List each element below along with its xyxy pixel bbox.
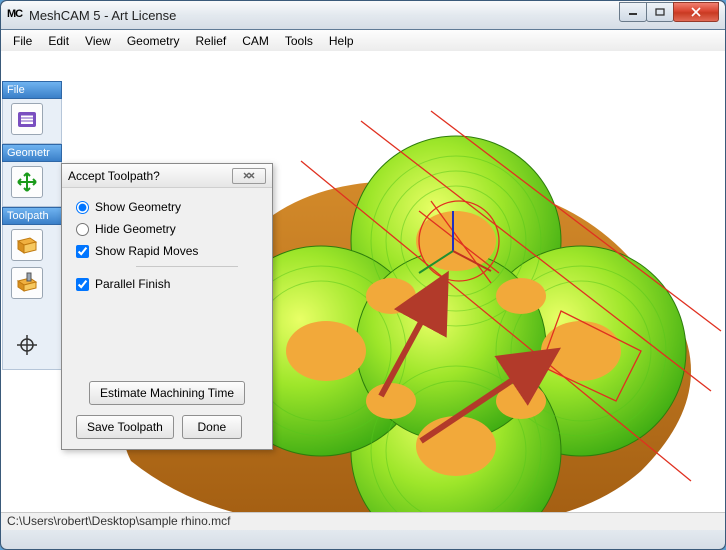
stock-icon[interactable] xyxy=(11,229,43,261)
menubar: File Edit View Geometry Relief CAM Tools… xyxy=(0,30,726,51)
close-button[interactable] xyxy=(673,2,719,22)
menu-cam[interactable]: CAM xyxy=(234,32,277,50)
sidebar-tab-file[interactable]: File xyxy=(2,81,62,99)
dialog-title: Accept Toolpath? xyxy=(68,169,232,183)
show-rapid-checkbox[interactable]: Show Rapid Moves xyxy=(76,244,258,258)
sidebar-tab-toolpath[interactable]: Toolpath xyxy=(2,207,62,225)
titlebar: MC MeshCAM 5 - Art License xyxy=(0,0,726,30)
estimate-time-button[interactable]: Estimate Machining Time xyxy=(89,381,245,405)
sidebar-tab-geometry[interactable]: Geometr xyxy=(2,144,62,162)
menu-geometry[interactable]: Geometry xyxy=(119,32,188,50)
minimize-button[interactable] xyxy=(619,2,647,22)
done-button[interactable]: Done xyxy=(182,415,242,439)
hide-geometry-label: Hide Geometry xyxy=(95,222,176,236)
move-icon[interactable] xyxy=(11,166,43,198)
parallel-finish-label: Parallel Finish xyxy=(95,277,170,291)
parallel-finish-checkbox[interactable]: Parallel Finish xyxy=(76,277,258,291)
window-title: MeshCAM 5 - Art License xyxy=(29,8,620,23)
accept-toolpath-dialog: Accept Toolpath? Show Geometry Hide Geom… xyxy=(61,163,273,450)
dialog-close-button[interactable] xyxy=(232,168,266,184)
menu-help[interactable]: Help xyxy=(321,32,362,50)
show-geometry-radio[interactable]: Show Geometry xyxy=(76,200,258,214)
menu-tools[interactable]: Tools xyxy=(277,32,321,50)
app-icon: MC xyxy=(7,8,23,22)
menu-edit[interactable]: Edit xyxy=(40,32,77,50)
status-path: C:\Users\robert\Desktop\sample rhino.mcf xyxy=(7,514,230,528)
show-rapid-label: Show Rapid Moves xyxy=(95,244,198,258)
maximize-button[interactable] xyxy=(646,2,674,22)
hide-geometry-radio[interactable]: Hide Geometry xyxy=(76,222,258,236)
mill-icon[interactable] xyxy=(11,267,43,299)
statusbar: C:\Users\robert\Desktop\sample rhino.mcf xyxy=(1,512,725,530)
separator xyxy=(136,266,238,267)
save-toolpath-button[interactable]: Save Toolpath xyxy=(76,415,174,439)
sidebar: File Geometr Toolpath xyxy=(2,81,62,370)
origin-icon[interactable] xyxy=(11,329,43,361)
menu-relief[interactable]: Relief xyxy=(188,32,235,50)
menu-file[interactable]: File xyxy=(5,32,40,50)
menu-view[interactable]: View xyxy=(77,32,119,50)
open-file-icon[interactable] xyxy=(11,103,43,135)
show-geometry-label: Show Geometry xyxy=(95,200,181,214)
